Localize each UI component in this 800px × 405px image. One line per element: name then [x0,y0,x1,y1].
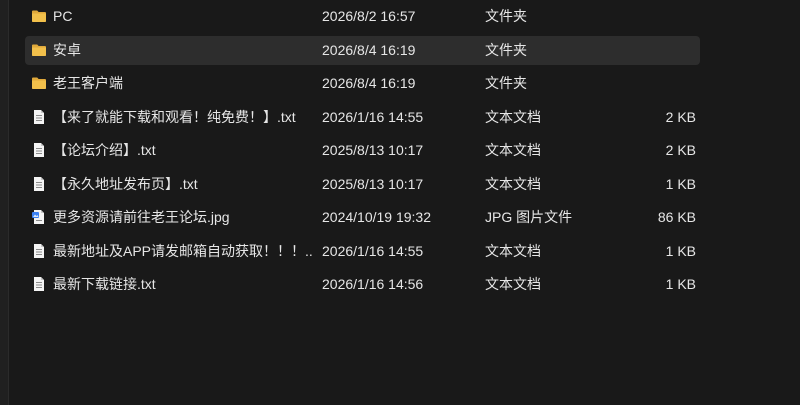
file-explorer: PC 2026/8/2 16:57 文件夹 安卓 2026/8/4 16:19 … [0,0,800,405]
file-name[interactable]: 【来了就能下载和观看！纯免费！】.txt [53,103,313,132]
file-row-txt[interactable]: 最新下载链接.txt 2026/1/16 14:56 文本文档 1 KB [25,270,700,299]
file-row-txt[interactable]: 【论坛介绍】.txt 2025/8/13 10:17 文本文档 2 KB [25,136,700,165]
file-size: 2 KB [665,142,696,158]
file-row-txt[interactable]: 【来了就能下载和观看！纯免费！】.txt 2026/1/16 14:55 文本文… [25,103,700,132]
file-date: 2026/8/2 16:57 [322,8,416,24]
file-name[interactable]: 【论坛介绍】.txt [53,136,313,165]
file-date: 2026/1/16 14:56 [322,276,424,292]
file-name[interactable]: 安卓 [53,36,313,65]
image-file-icon [31,209,47,225]
file-date: 2024/10/19 19:32 [322,209,431,225]
file-name[interactable]: PC [53,2,313,31]
file-row-laowang-client[interactable]: 老王客户端 2026/8/4 16:19 文件夹 [25,69,700,98]
text-file-icon [31,109,47,125]
text-file-icon [31,142,47,158]
file-row-pc[interactable]: PC 2026/8/2 16:57 文件夹 [25,2,700,31]
text-file-icon [31,176,47,192]
text-file-icon [31,243,47,259]
file-date: 2025/8/13 10:17 [322,175,424,192]
file-date: 2025/8/13 10:17 [322,142,424,158]
text-file-icon [31,276,47,292]
file-date: 2026/1/16 14:55 [322,242,424,259]
navigation-pane-divider[interactable] [0,0,9,405]
file-list: PC 2026/8/2 16:57 文件夹 安卓 2026/8/4 16:19 … [25,2,700,304]
file-name[interactable]: 【永久地址发布页】.txt [53,170,313,199]
file-size: 1 KB [665,242,696,259]
file-type: 文件夹 [485,41,527,58]
folder-icon [31,8,47,24]
file-row-txt[interactable]: 【永久地址发布页】.txt 2025/8/13 10:17 文本文档 1 KB [25,170,700,199]
file-name[interactable]: 老王客户端 [53,69,313,98]
file-size: 1 KB [665,276,696,292]
file-type: 文本文档 [485,108,541,125]
file-name[interactable]: 最新下载链接.txt [53,270,313,299]
folder-icon [31,42,47,58]
file-type: 文本文档 [485,276,541,292]
folder-icon [31,75,47,91]
file-date: 2026/8/4 16:19 [322,75,416,91]
file-size: 86 KB [657,209,696,225]
file-row-jpg[interactable]: 更多资源请前往老王论坛.jpg 2024/10/19 19:32 JPG 图片文… [25,203,700,232]
file-name[interactable]: 更多资源请前往老王论坛.jpg [53,203,313,232]
file-date: 2026/1/16 14:55 [322,108,424,125]
file-row-txt[interactable]: 最新地址及APP请发邮箱自动获取！！！... 2026/1/16 14:55 文… [25,237,700,266]
file-type: 文本文档 [485,242,541,259]
file-size: 1 KB [665,175,696,192]
file-row-android[interactable]: 安卓 2026/8/4 16:19 文件夹 [25,35,700,65]
file-type: 文本文档 [485,142,541,158]
file-type: 文本文档 [485,175,541,192]
file-name[interactable]: 最新地址及APP请发邮箱自动获取！！！... [53,237,313,266]
file-type: 文件夹 [485,8,527,24]
file-type: 文件夹 [485,75,527,91]
file-date: 2026/8/4 16:19 [322,41,416,58]
file-size: 2 KB [665,108,696,125]
file-type: JPG 图片文件 [485,209,573,225]
